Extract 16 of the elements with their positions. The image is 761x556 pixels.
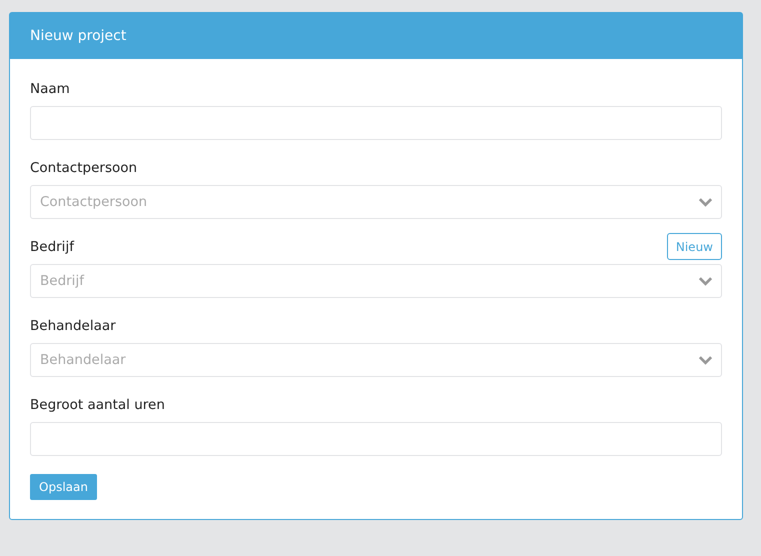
panel-title: Nieuw project: [30, 28, 126, 44]
chevron-down-icon: [698, 276, 713, 286]
input-field[interactable]: [30, 106, 722, 140]
input-field[interactable]: [30, 422, 722, 456]
save-button[interactable]: Opslaan: [30, 474, 97, 500]
field-label: Begroot aantal uren: [30, 396, 165, 415]
chevron-down-icon: [698, 197, 713, 207]
new-button[interactable]: Nieuw: [666, 233, 722, 260]
select-field[interactable]: Bedrijf: [30, 264, 722, 298]
select-field[interactable]: Contactpersoon: [30, 185, 722, 219]
field-label: Naam: [30, 80, 70, 99]
field-label: Contactpersoon: [30, 159, 138, 178]
field-label: Behandelaar: [30, 317, 116, 336]
select-field[interactable]: Behandelaar: [30, 343, 722, 377]
field-label: Bedrijf: [30, 238, 74, 257]
chevron-down-icon: [698, 355, 713, 365]
